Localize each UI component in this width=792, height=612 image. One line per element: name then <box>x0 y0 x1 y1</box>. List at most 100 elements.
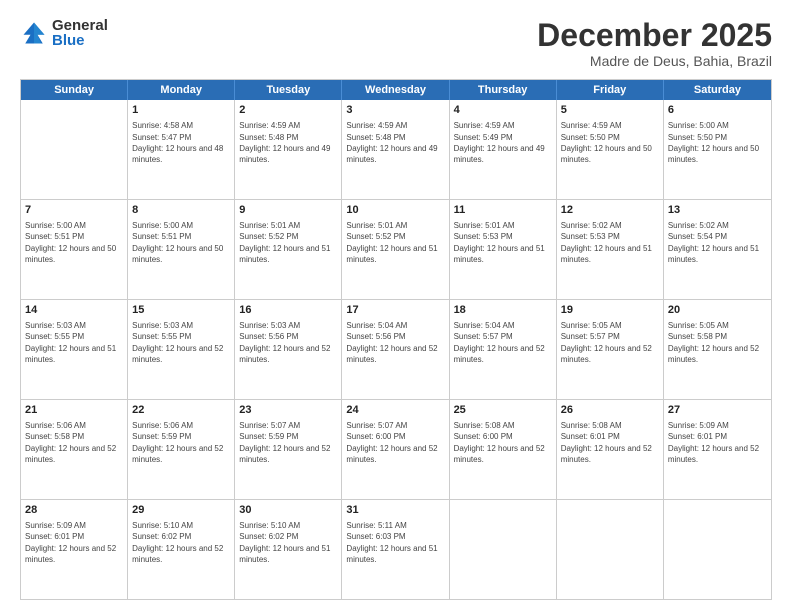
table-row: 2Sunrise: 4:59 AMSunset: 5:48 PMDaylight… <box>235 100 342 199</box>
table-row: 11Sunrise: 5:01 AMSunset: 5:53 PMDayligh… <box>450 200 557 299</box>
title-block: December 2025 Madre de Deus, Bahia, Braz… <box>537 18 772 69</box>
weekday-saturday: Saturday <box>664 80 771 100</box>
day-number: 28 <box>25 503 123 518</box>
calendar-week-4: 21 Sunrise: 5:06 AMSunset: 5:58 PMDayligh… <box>21 400 771 500</box>
day-number: 24 <box>346 403 444 418</box>
day-number: 29 <box>132 503 230 518</box>
calendar-header: Sunday Monday Tuesday Wednesday Thursday… <box>21 80 771 100</box>
table-row: 12 Sunrise: 5:02 AMSunset: 5:53 PMDayligh… <box>557 200 664 299</box>
table-row: 13 Sunrise: 5:02 AMSunset: 5:54 PMDayligh… <box>664 200 771 299</box>
table-row: 7 Sunrise: 5:00 AMSunset: 5:51 PMDaylight… <box>21 200 128 299</box>
table-row: 22 Sunrise: 5:06 AMSunset: 5:59 PMDayligh… <box>128 400 235 499</box>
table-row: 20 Sunrise: 5:05 AMSunset: 5:58 PMDayligh… <box>664 300 771 399</box>
cell-info: Sunrise: 5:00 AMSunset: 5:51 PMDaylight:… <box>25 221 116 264</box>
cell-info: Sunrise: 5:01 AMSunset: 5:52 PMDaylight:… <box>346 221 437 264</box>
cell-info: Sunrise: 5:08 AMSunset: 6:00 PMDaylight:… <box>454 421 545 464</box>
cell-info: Sunrise: 5:02 AMSunset: 5:54 PMDaylight:… <box>668 221 759 264</box>
calendar: Sunday Monday Tuesday Wednesday Thursday… <box>20 79 772 600</box>
table-row: 18Sunrise: 5:04 AMSunset: 5:57 PMDayligh… <box>450 300 557 399</box>
cell-info: Sunrise: 5:03 AMSunset: 5:55 PMDaylight:… <box>25 321 116 364</box>
day-number: 27 <box>668 403 767 418</box>
cell-info: Sunrise: 5:07 AMSunset: 6:00 PMDaylight:… <box>346 421 437 464</box>
table-row: 10Sunrise: 5:01 AMSunset: 5:52 PMDayligh… <box>342 200 449 299</box>
day-number: 4 <box>454 103 552 118</box>
table-row: 24 Sunrise: 5:07 AMSunset: 6:00 PMDayligh… <box>342 400 449 499</box>
cell-info: Sunrise: 5:10 AMSunset: 6:02 PMDaylight:… <box>239 521 330 564</box>
table-row: 3Sunrise: 4:59 AMSunset: 5:48 PMDaylight… <box>342 100 449 199</box>
day-number: 20 <box>668 303 767 318</box>
cell-info: Sunrise: 5:06 AMSunset: 5:59 PMDaylight:… <box>132 421 223 464</box>
day-number: 1 <box>132 103 230 118</box>
weekday-thursday: Thursday <box>450 80 557 100</box>
table-row: 15 Sunrise: 5:03 AMSunset: 5:55 PMDayligh… <box>128 300 235 399</box>
logo: General Blue <box>20 18 108 48</box>
table-row: 17Sunrise: 5:04 AMSunset: 5:56 PMDayligh… <box>342 300 449 399</box>
day-number: 21 <box>25 403 123 418</box>
day-number: 31 <box>346 503 444 518</box>
table-row: 1Sunrise: 4:58 AMSunset: 5:47 PMDaylight… <box>128 100 235 199</box>
weekday-sunday: Sunday <box>21 80 128 100</box>
calendar-week-3: 14 Sunrise: 5:03 AMSunset: 5:55 PMDayligh… <box>21 300 771 400</box>
day-number: 9 <box>239 203 337 218</box>
cell-info: Sunrise: 5:08 AMSunset: 6:01 PMDaylight:… <box>561 421 652 464</box>
day-number: 30 <box>239 503 337 518</box>
cell-info: Sunrise: 5:00 AMSunset: 5:51 PMDaylight:… <box>132 221 223 264</box>
table-row: 28 Sunrise: 5:09 AMSunset: 6:01 PMDayligh… <box>21 500 128 599</box>
cell-info: Sunrise: 5:09 AMSunset: 6:01 PMDaylight:… <box>25 521 116 564</box>
table-row <box>450 500 557 599</box>
cell-info: Sunrise: 5:04 AMSunset: 5:56 PMDaylight:… <box>346 321 437 364</box>
calendar-body: 1Sunrise: 4:58 AMSunset: 5:47 PMDaylight… <box>21 100 771 599</box>
table-row: 8 Sunrise: 5:00 AMSunset: 5:51 PMDaylight… <box>128 200 235 299</box>
table-row: 25 Sunrise: 5:08 AMSunset: 6:00 PMDayligh… <box>450 400 557 499</box>
cell-info: Sunrise: 4:59 AMSunset: 5:48 PMDaylight:… <box>346 121 437 164</box>
cell-info: Sunrise: 5:00 AMSunset: 5:50 PMDaylight:… <box>668 121 759 164</box>
table-row <box>664 500 771 599</box>
day-number: 19 <box>561 303 659 318</box>
day-number: 8 <box>132 203 230 218</box>
table-row <box>21 100 128 199</box>
cell-info: Sunrise: 4:59 AMSunset: 5:49 PMDaylight:… <box>454 121 545 164</box>
cell-info: Sunrise: 4:59 AMSunset: 5:50 PMDaylight:… <box>561 121 652 164</box>
location-subtitle: Madre de Deus, Bahia, Brazil <box>537 53 772 69</box>
cell-info: Sunrise: 5:02 AMSunset: 5:53 PMDaylight:… <box>561 221 652 264</box>
day-number: 14 <box>25 303 123 318</box>
cell-info: Sunrise: 5:09 AMSunset: 6:01 PMDaylight:… <box>668 421 759 464</box>
calendar-week-5: 28 Sunrise: 5:09 AMSunset: 6:01 PMDayligh… <box>21 500 771 599</box>
table-row: 27 Sunrise: 5:09 AMSunset: 6:01 PMDayligh… <box>664 400 771 499</box>
day-number: 25 <box>454 403 552 418</box>
table-row: 9 Sunrise: 5:01 AMSunset: 5:52 PMDaylight… <box>235 200 342 299</box>
day-number: 6 <box>668 103 767 118</box>
day-number: 23 <box>239 403 337 418</box>
cell-info: Sunrise: 5:03 AMSunset: 5:56 PMDaylight:… <box>239 321 330 364</box>
cell-info: Sunrise: 5:03 AMSunset: 5:55 PMDaylight:… <box>132 321 223 364</box>
cell-info: Sunrise: 5:07 AMSunset: 5:59 PMDaylight:… <box>239 421 330 464</box>
day-number: 12 <box>561 203 659 218</box>
header: General Blue December 2025 Madre de Deus… <box>20 18 772 69</box>
page: General Blue December 2025 Madre de Deus… <box>0 0 792 612</box>
table-row: 6 Sunrise: 5:00 AMSunset: 5:50 PMDaylight… <box>664 100 771 199</box>
day-number: 2 <box>239 103 337 118</box>
day-number: 15 <box>132 303 230 318</box>
cell-info: Sunrise: 5:01 AMSunset: 5:52 PMDaylight:… <box>239 221 330 264</box>
cell-info: Sunrise: 5:06 AMSunset: 5:58 PMDaylight:… <box>25 421 116 464</box>
cell-info: Sunrise: 5:04 AMSunset: 5:57 PMDaylight:… <box>454 321 545 364</box>
day-number: 22 <box>132 403 230 418</box>
day-number: 16 <box>239 303 337 318</box>
cell-info: Sunrise: 5:11 AMSunset: 6:03 PMDaylight:… <box>346 521 437 564</box>
table-row: 14 Sunrise: 5:03 AMSunset: 5:55 PMDayligh… <box>21 300 128 399</box>
logo-blue-text: Blue <box>52 33 108 48</box>
day-number: 7 <box>25 203 123 218</box>
table-row <box>557 500 664 599</box>
table-row: 19Sunrise: 5:05 AMSunset: 5:57 PMDayligh… <box>557 300 664 399</box>
table-row: 30 Sunrise: 5:10 AMSunset: 6:02 PMDayligh… <box>235 500 342 599</box>
weekday-monday: Monday <box>128 80 235 100</box>
table-row: 23 Sunrise: 5:07 AMSunset: 5:59 PMDayligh… <box>235 400 342 499</box>
table-row: 16 Sunrise: 5:03 AMSunset: 5:56 PMDayligh… <box>235 300 342 399</box>
table-row: 5Sunrise: 4:59 AMSunset: 5:50 PMDaylight… <box>557 100 664 199</box>
weekday-wednesday: Wednesday <box>342 80 449 100</box>
cell-info: Sunrise: 5:10 AMSunset: 6:02 PMDaylight:… <box>132 521 223 564</box>
day-number: 13 <box>668 203 767 218</box>
table-row: 4 Sunrise: 4:59 AMSunset: 5:49 PMDaylight… <box>450 100 557 199</box>
logo-icon <box>20 19 48 47</box>
cell-info: Sunrise: 5:05 AMSunset: 5:58 PMDaylight:… <box>668 321 759 364</box>
